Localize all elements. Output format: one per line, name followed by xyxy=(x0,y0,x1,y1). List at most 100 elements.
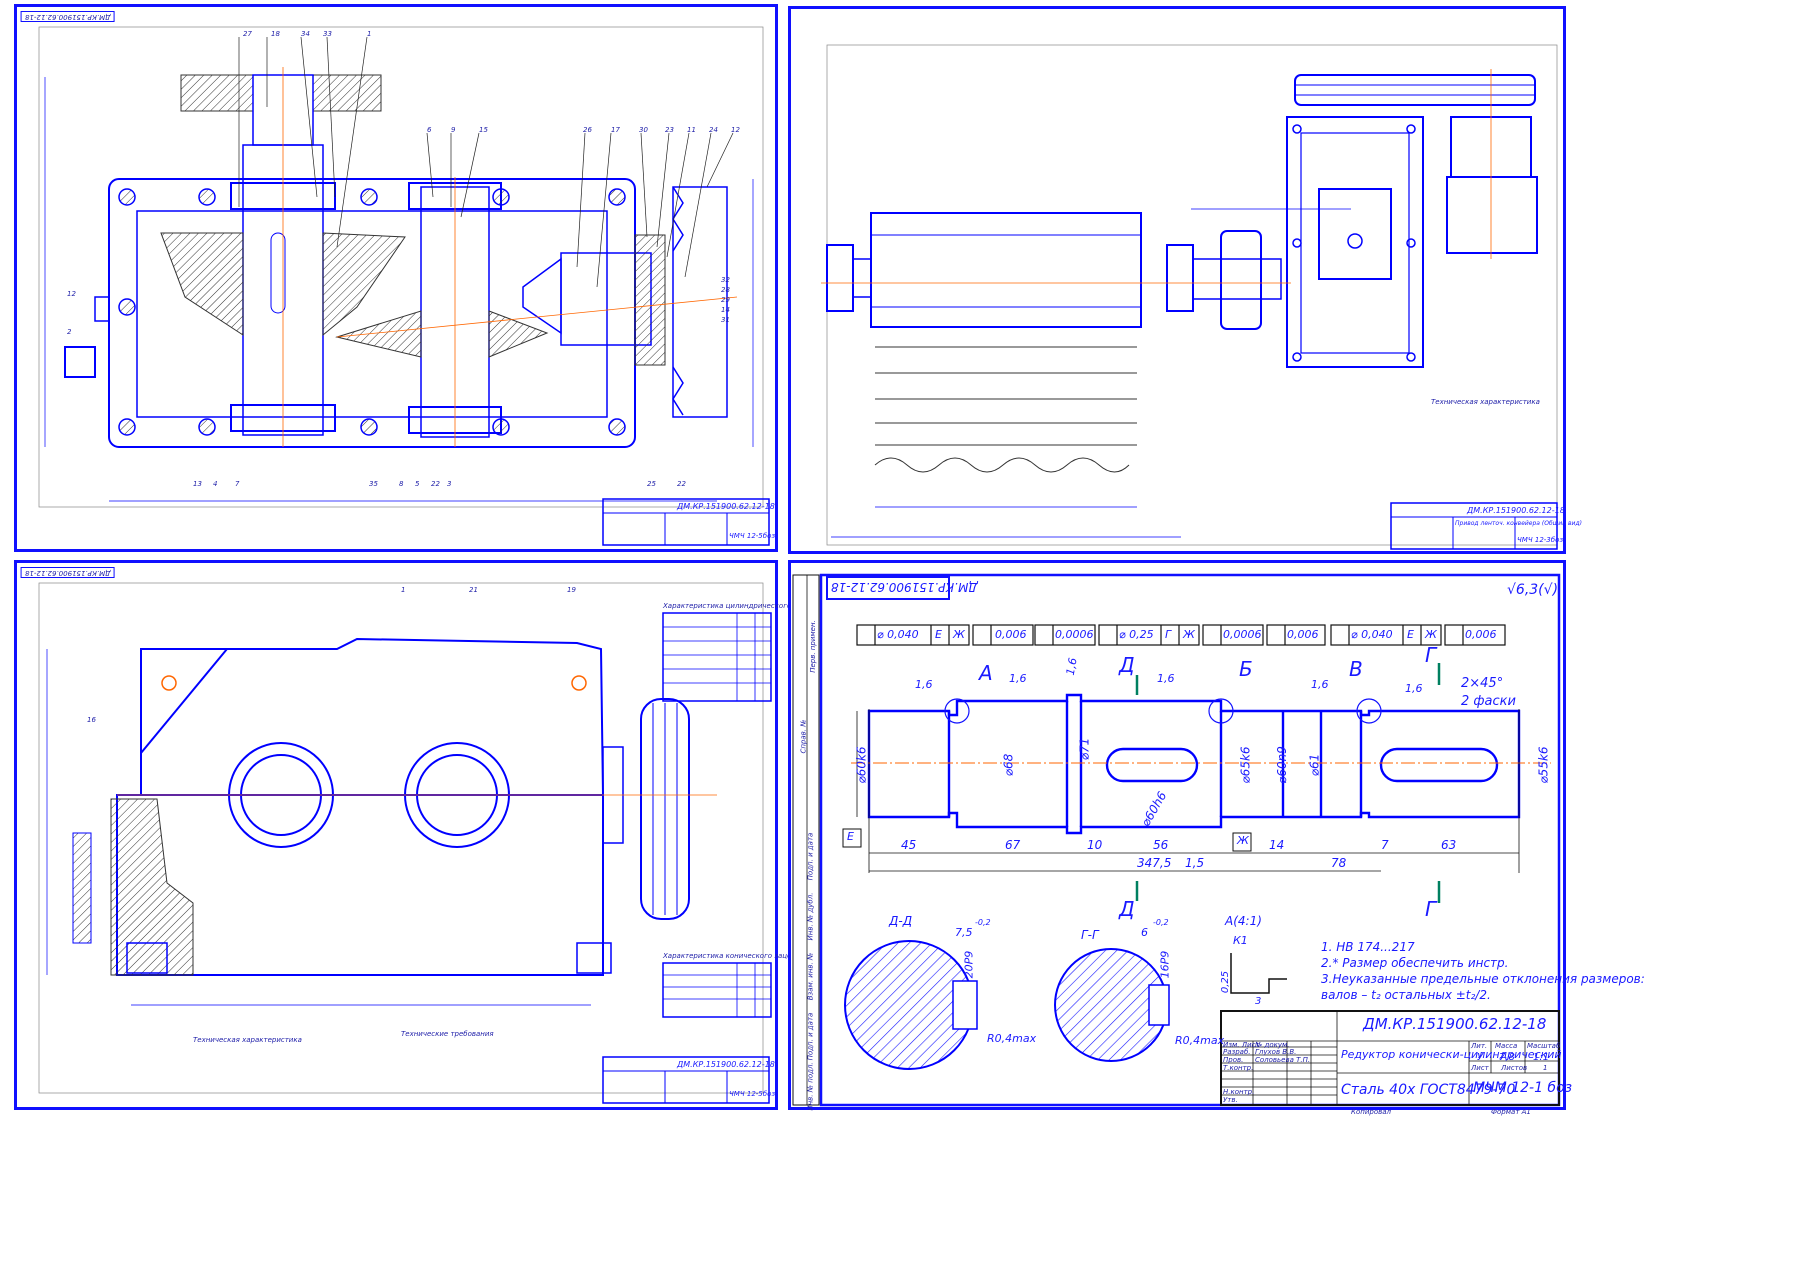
section-label-g-bottom: Г xyxy=(1425,897,1437,921)
title-block-mass: 7,8 xyxy=(1499,1052,1515,1063)
title-block-mass-label: Масса xyxy=(1495,1042,1518,1050)
tb-row-4: Т.контр. xyxy=(1223,1064,1254,1072)
callout-7: 7 xyxy=(235,480,240,488)
tol-frame-5: 0,0006 xyxy=(1223,628,1262,641)
callout-18: 18 xyxy=(271,30,280,38)
title-name: Привод ленточ. конвейера (Общий вид) xyxy=(1455,520,1582,527)
tol-frame-4-datum-zh: Ж xyxy=(1183,628,1195,641)
callout-27: 27 xyxy=(243,30,252,38)
len-67: 67 xyxy=(1005,838,1021,852)
tech-spec-header: Техническая характеристика xyxy=(1431,398,1540,406)
title-block-group: МЧМ 12-1 боз xyxy=(1473,1080,1573,1096)
drawing-sheet-shaft-detail: ДМ.КР.151900.62.12-18 √6,3(√) ⌀ 0,040 Е … xyxy=(788,560,1645,1116)
len-14: 14 xyxy=(1269,838,1285,852)
callout-35: 35 xyxy=(369,480,378,488)
section-label-g-top: Г xyxy=(1425,643,1437,667)
title-block-sheets-label: Листов xyxy=(1501,1064,1528,1072)
callout-side-32: 32 xyxy=(721,276,730,284)
callout-24: 24 xyxy=(709,126,718,134)
callout-side-29: 29 xyxy=(721,296,730,304)
callout-22b: 22 xyxy=(677,480,686,488)
len-56: 56 xyxy=(1153,838,1169,852)
radius-gg: R0,4max xyxy=(1175,1034,1225,1047)
title-group: ЧМЧ 12-3бoз xyxy=(1517,536,1564,544)
dia-2: ⌀68 xyxy=(1001,753,1016,777)
stamp-code: ДМ.КР.151900.62.12-18 xyxy=(831,580,978,594)
title-group: ЧМЧ 12-5бoз xyxy=(729,1090,776,1098)
tb-name-3: Соловьева Т.П. xyxy=(1255,1056,1311,1064)
section-dd-depth: 7,5 xyxy=(955,926,973,939)
callout-6: 6 xyxy=(427,126,432,134)
dia-8: ⌀55k6 xyxy=(1536,746,1551,784)
tb-row-2: Разраб. xyxy=(1223,1048,1251,1056)
title-code: ДМ.КР.151900.62.12-18 xyxy=(1467,506,1565,515)
callout-23: 23 xyxy=(665,126,674,134)
callout-side-14: 14 xyxy=(721,306,730,314)
detail-view-a: А(4:1) xyxy=(1225,914,1262,928)
callout-26: 26 xyxy=(583,126,592,134)
chamfer-dim: 2×45° xyxy=(1461,676,1504,691)
detail-label-v: В xyxy=(1349,657,1363,681)
tol-frame-7-datum-zh: Ж xyxy=(1425,628,1437,641)
callout-9: 9 xyxy=(451,126,456,134)
roughness-1: 1,6 xyxy=(915,678,933,691)
side-label-5: Взам. инв. № xyxy=(806,952,815,1001)
tb-row-7: Утв. xyxy=(1223,1096,1238,1104)
dia-3: ⌀71 xyxy=(1077,737,1092,761)
title-block-format: Формат А1 xyxy=(1491,1108,1531,1116)
tol-frame-1-datum-e: Е xyxy=(935,628,942,641)
tol-frame-3: 0,0006 xyxy=(1055,628,1094,641)
datum-zh: Ж xyxy=(1237,834,1249,847)
title-group: ЧМЧ 12-5бoз xyxy=(729,532,776,540)
len-total: 347,5 xyxy=(1137,856,1172,870)
section-dd-tol: -0,2 xyxy=(975,918,991,927)
drawing-sheet-reducer-section: ДМ.КР.151900.62.12-18 ДМ.КР.151900.62.12… xyxy=(14,4,778,552)
radius-dd: R0,4max xyxy=(987,1032,1037,1045)
stamp-code: ДМ.КР.151900.62.12-18 xyxy=(21,567,115,578)
tol-frame-4: ⌀ 0,25 xyxy=(1119,628,1154,641)
keyway-gg: 16P9 xyxy=(1158,950,1172,979)
len-7: 7 xyxy=(1381,838,1389,852)
reducer-section-drawing xyxy=(38,26,770,546)
note-2: 2.* Размер обеспечить инстр. xyxy=(1321,956,1509,970)
title-block-lit: У xyxy=(1477,1052,1484,1063)
note-1: 1. НВ 174...217 xyxy=(1321,940,1415,954)
title-block-sheets: 1 xyxy=(1543,1064,1548,1072)
side-label-3: Подп. и дата xyxy=(806,832,815,881)
dia-7: ⌀61 xyxy=(1307,753,1322,777)
side-label-6: Подп. и дата xyxy=(806,1012,815,1061)
tb-name-2: Глухов В.В. xyxy=(1255,1048,1297,1056)
notes-left-title: Техническая характеристика xyxy=(193,1036,302,1044)
tol-frame-7: ⌀ 0,040 xyxy=(1351,628,1393,641)
dia-5: ⌀65k6 xyxy=(1238,746,1253,784)
callout-side-28: 28 xyxy=(721,286,730,294)
detail-view-k1: К1 xyxy=(1233,934,1248,947)
section-dd-title: Д-Д xyxy=(889,914,913,928)
conveyor-drive-drawing xyxy=(821,44,1558,550)
callout-side-12: 12 xyxy=(67,290,76,298)
callout-16: 16 xyxy=(87,716,96,724)
detail-label-b: Б xyxy=(1239,657,1253,681)
title-block-scale-label: Масштаб xyxy=(1527,1042,1561,1050)
datum-e: Е xyxy=(847,830,854,843)
title-code: ДМ.КР.151900.62.12-18 xyxy=(677,502,775,511)
detail-dim-025: 0,25 xyxy=(1220,970,1232,994)
stamp-code: ДМ.КР.151900.62.12-18 xyxy=(21,11,115,22)
callout-side-2: 2 xyxy=(67,328,72,336)
len-78: 78 xyxy=(1331,856,1347,870)
side-label-4: Инв. № дубл. xyxy=(806,892,815,941)
callout-30: 30 xyxy=(639,126,648,134)
title-block-scale: 1:1 xyxy=(1533,1052,1550,1063)
tb-row-3: Пров. xyxy=(1223,1056,1244,1064)
title-code: ДМ.КР.151900.62.12-18 xyxy=(677,1060,775,1069)
callout-13: 13 xyxy=(193,480,202,488)
callout-34: 34 xyxy=(301,30,310,38)
detail-dim-3: 3 xyxy=(1255,996,1262,1007)
callout-22a: 22 xyxy=(431,480,440,488)
title-block-code: ДМ.КР.151900.62.12-18 xyxy=(1363,1015,1547,1033)
roughness-2: 1,6 xyxy=(1009,672,1027,685)
section-gg-depth: 6 xyxy=(1141,926,1148,939)
side-label-1: Перв. примен. xyxy=(808,620,817,673)
drawing-sheet-conveyor-drive: Техническая характеристика ДМ.КР.151900.… xyxy=(788,6,1582,554)
roughness-3: 1,6 xyxy=(1063,656,1080,677)
